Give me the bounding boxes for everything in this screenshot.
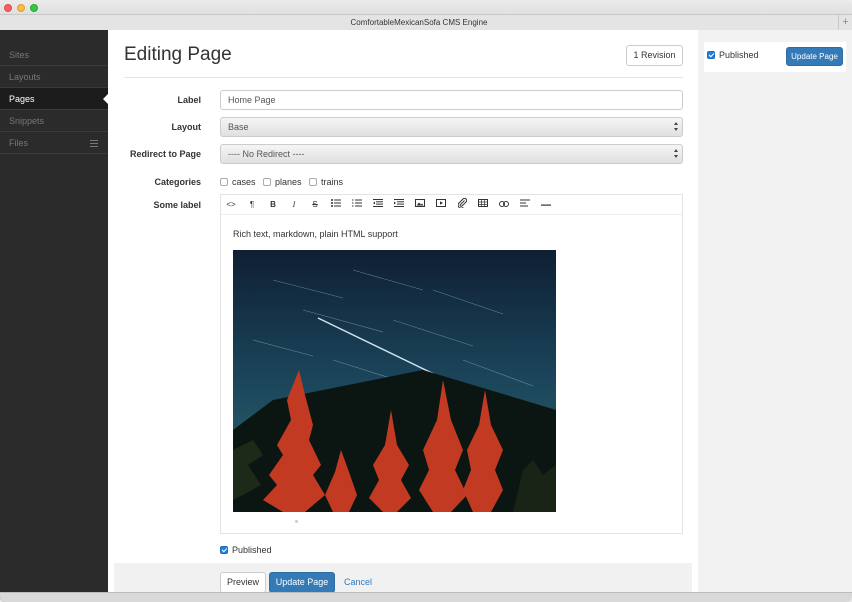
sidebar-item-label: Layouts [9,72,41,82]
minimize-window-button[interactable] [17,4,25,12]
night-forest-image[interactable] [233,250,556,512]
published-label: Published [719,50,759,60]
category-trains[interactable]: trains [309,177,343,187]
horizontal-rule-icon[interactable] [539,198,553,212]
link-icon[interactable] [497,198,511,212]
publish-box: Published Update Page [704,42,846,72]
label-input[interactable]: Home Page [220,90,683,110]
select-arrows-icon [674,148,679,160]
category-planes[interactable]: planes [263,177,302,187]
categories-field-label: Categories [154,177,201,187]
new-tab-button[interactable]: + [838,15,852,30]
sidebar-item-sites[interactable]: Sites [0,44,108,66]
layout-select-value: Base [228,122,249,132]
label-field-label: Label [177,95,201,105]
indent-button[interactable] [392,198,406,212]
app-window: ComfortableMexicanSofa CMS Engine + Site… [0,0,852,602]
sidebar-item-label: Files [9,138,29,148]
italic-button[interactable]: I [287,198,301,212]
update-page-button[interactable]: Update Page [269,572,335,593]
category-cases[interactable]: cases [220,177,256,187]
some-label-field-label: Some label [153,200,201,210]
title-bar: ComfortableMexicanSofa CMS Engine + [0,0,852,30]
table-icon[interactable] [476,198,490,212]
ordered-list-button[interactable] [350,198,364,212]
video-icon[interactable] [434,198,448,212]
layout-select[interactable]: Base [220,117,683,137]
redirect-select-value: ---- No Redirect ---- [228,149,305,159]
sidebar-item-pages[interactable]: Pages [0,88,108,110]
image-icon[interactable] [413,198,427,212]
main-content: Editing Page 1 Revision Label Home Page … [108,30,698,602]
select-arrows-icon [674,121,679,133]
window-title: ComfortableMexicanSofa CMS Engine [350,18,488,27]
outdent-button[interactable] [371,198,385,212]
category-checkbox[interactable] [220,178,228,186]
sidebar-item-layouts[interactable]: Layouts [0,66,108,88]
window-bottom-bar [0,592,852,602]
layout-field-label: Layout [171,122,201,132]
align-icon[interactable] [518,198,532,212]
sidebar-item-files[interactable]: Files [0,132,108,154]
category-label: planes [275,177,302,187]
strikethrough-button[interactable]: S [308,198,322,212]
category-checkbox[interactable] [309,178,317,186]
html-code-button[interactable]: <> [224,198,238,212]
redirect-select[interactable]: ---- No Redirect ---- [220,144,683,164]
close-window-button[interactable] [4,4,12,12]
category-checkbox[interactable] [263,178,271,186]
right-panel: Published Update Page [698,30,852,602]
redirect-field-label: Redirect to Page [129,149,201,159]
rich-text-editor[interactable]: <> ¶ B I S Rich text, markdown, plain HT… [220,194,683,534]
divider [124,77,683,78]
sidebar-item-label: Sites [9,50,30,60]
sidebar: Sites Layouts Pages Snippets Files [0,30,108,602]
bold-button[interactable]: B [266,198,280,212]
category-label: trains [321,177,344,187]
maximize-window-button[interactable] [30,4,38,12]
published-checkbox[interactable] [707,51,715,59]
sidebar-item-label: Snippets [9,116,45,126]
cancel-button[interactable]: Cancel [340,572,376,593]
published-checkbox-row[interactable]: Published [220,545,272,555]
file-icon[interactable] [455,197,469,212]
tab-strip: ComfortableMexicanSofa CMS Engine + [0,14,852,30]
category-label: cases [232,177,256,187]
sidebar-item-snippets[interactable]: Snippets [0,110,108,132]
editor-toolbar: <> ¶ B I S [221,195,682,215]
preview-button[interactable]: Preview [220,572,266,593]
page-title: Editing Page [124,44,232,65]
paragraph-button[interactable]: ¶ [245,198,259,212]
unordered-list-button[interactable] [329,198,343,212]
published-label: Published [232,545,272,555]
revisions-button[interactable]: 1 Revision [626,45,683,66]
update-page-button[interactable]: Update Page [786,47,843,66]
published-checkbox-row[interactable]: Published [707,50,759,60]
editor-content-text: Rich text, markdown, plain HTML support [233,229,398,239]
image-resize-handle[interactable] [295,520,298,523]
list-icon [90,140,98,147]
sidebar-item-label: Pages [9,94,35,104]
published-checkbox[interactable] [220,546,228,554]
